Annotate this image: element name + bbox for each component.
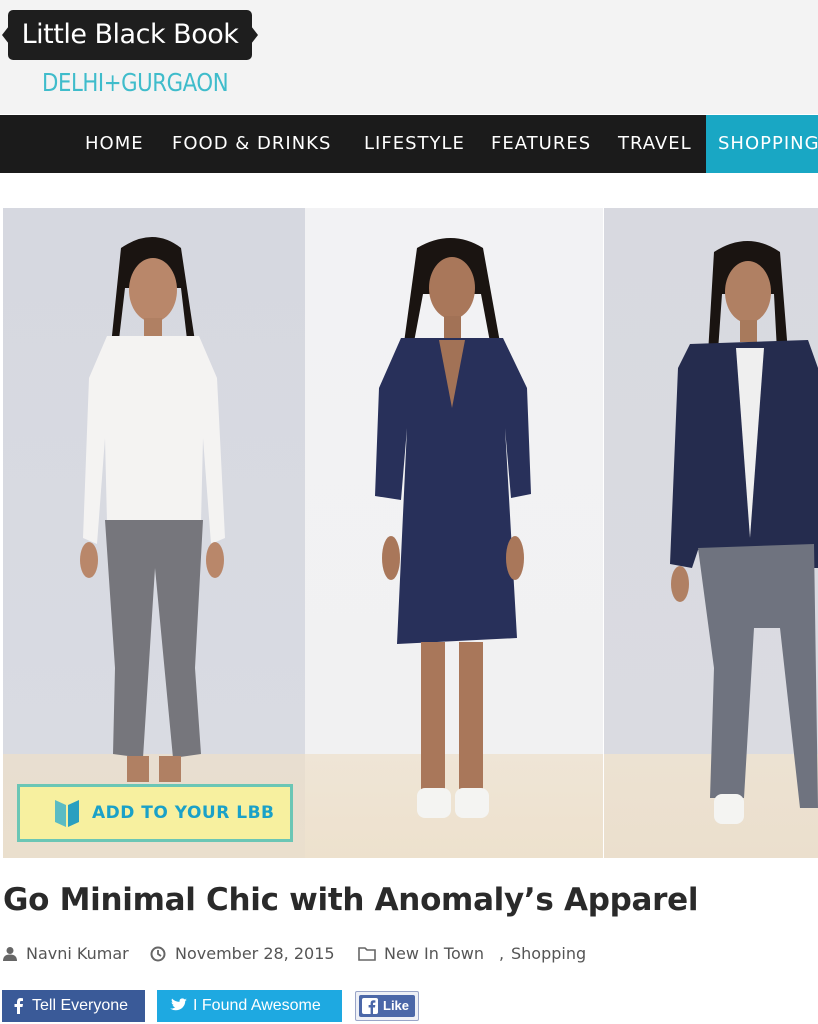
main-nav: HOME FOOD & DRINKS LIFESTYLE FEATURES TR… xyxy=(0,115,818,173)
folder-icon xyxy=(358,947,376,961)
nav-item-food-drinks[interactable]: FOOD & DRINKS xyxy=(172,115,331,173)
facebook-icon xyxy=(14,998,23,1014)
nav-item-features[interactable]: FEATURES xyxy=(491,115,591,173)
author-link[interactable]: Navni Kumar xyxy=(26,942,129,966)
hero-image: ADD TO YOUR LBB xyxy=(3,208,818,858)
facebook-icon xyxy=(362,998,378,1014)
model-photo-navy-blazer xyxy=(604,208,818,858)
nav-item-travel[interactable]: TRAVEL xyxy=(618,115,692,173)
site-header: Little Black Book DELHI+GURGAON xyxy=(0,0,818,114)
like-label: Like xyxy=(383,998,410,1013)
category-separator: , xyxy=(499,944,505,963)
city-name[interactable]: DELHI+GURGAON xyxy=(42,68,229,97)
add-to-lbb-button[interactable]: ADD TO YOUR LBB xyxy=(17,784,293,842)
site-logo[interactable]: Little Black Book xyxy=(2,10,258,60)
twitter-icon xyxy=(170,998,187,1011)
facebook-like-button[interactable]: Like xyxy=(355,991,419,1021)
model-photo-white-shirt xyxy=(3,208,305,858)
book-icon xyxy=(55,800,79,827)
facebook-share-label: Tell Everyone xyxy=(32,997,129,1014)
category-link-shopping[interactable]: Shopping xyxy=(511,942,586,966)
clock-icon xyxy=(150,946,166,962)
nav-item-lifestyle[interactable]: LIFESTYLE xyxy=(364,115,465,173)
facebook-share-button[interactable]: Tell Everyone xyxy=(2,990,145,1022)
twitter-share-button[interactable]: I Found Awesome xyxy=(157,990,342,1022)
nav-item-home[interactable]: HOME xyxy=(85,115,144,173)
category-link-new-in-town[interactable]: New In Town xyxy=(384,942,484,966)
twitter-share-label: I Found Awesome xyxy=(193,997,321,1014)
publish-date: November 28, 2015 xyxy=(175,944,335,963)
nav-item-shopping[interactable]: SHOPPING xyxy=(706,115,818,173)
user-icon xyxy=(3,947,17,961)
model-photo-navy-dress xyxy=(305,208,603,858)
logo-text: Little Black Book xyxy=(21,19,239,50)
add-to-lbb-label: ADD TO YOUR LBB xyxy=(92,803,275,823)
article-title: Go Minimal Chic with Anomaly’s Apparel xyxy=(3,882,699,918)
